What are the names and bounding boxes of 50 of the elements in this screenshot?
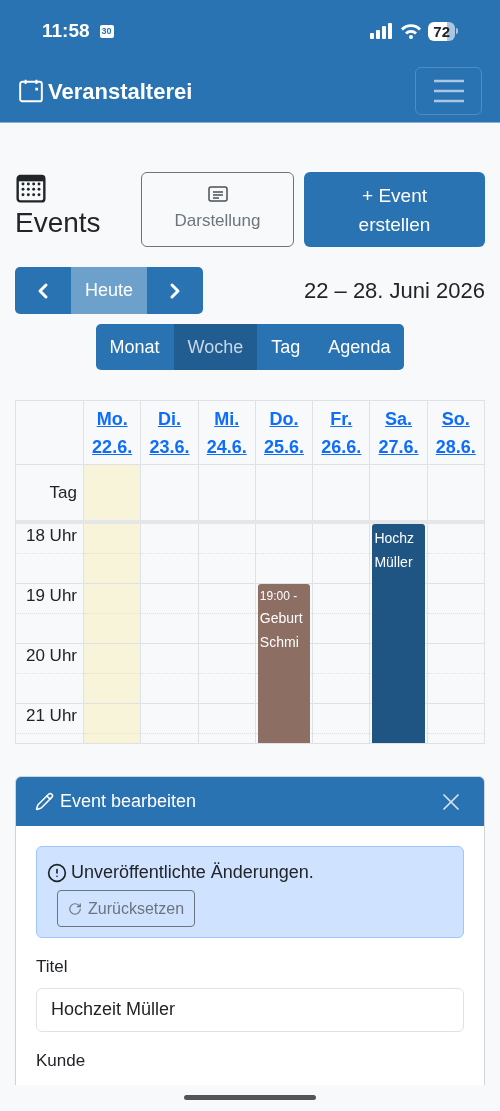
menu-button[interactable]	[415, 67, 482, 115]
calendar-event[interactable]: Hochz Müller	[372, 524, 425, 743]
day-header-link[interactable]: Do. 25.6.	[254, 401, 313, 464]
calendar-event[interactable]: 19:00 - Geburt Schmi	[257, 584, 311, 743]
event-title: Hochz	[374, 529, 416, 548]
day-header-link[interactable]: Fr. 26.6.	[312, 401, 370, 464]
day-header-link[interactable]: Mi. 24.6.	[197, 401, 255, 464]
event-title: Geburt	[259, 609, 304, 628]
view-tab[interactable]: Monat	[95, 324, 174, 370]
calendar-icon	[15, 172, 47, 204]
day-header-link[interactable]: Di. 23.6.	[140, 401, 198, 464]
title-input[interactable]: Hochzeit Müller	[36, 987, 464, 1032]
hour-label: 21 Uhr	[25, 706, 77, 726]
list-icon	[207, 185, 228, 202]
hour-label: 19 Uhr	[25, 586, 77, 606]
wifi-icon	[400, 23, 423, 39]
field-label: Titel	[36, 956, 68, 978]
alert-message: Unveröffentlichte Änderungen.	[71, 861, 314, 884]
next-button[interactable]	[147, 267, 203, 314]
battery-icon: 72	[428, 21, 458, 41]
panel-title: Event bearbeiten	[60, 790, 197, 813]
display-button[interactable]: Darstellung	[141, 172, 294, 247]
previous-button[interactable]	[15, 267, 71, 314]
event-title: Schmi	[259, 633, 300, 652]
day-header-link[interactable]: So. 28.6.	[426, 401, 484, 464]
pencil-icon	[35, 792, 54, 811]
brand-title: Veranstalterei	[48, 77, 193, 106]
today-button[interactable]: Heute	[71, 267, 147, 314]
page-title: Events	[15, 206, 101, 240]
view-tab[interactable]: Tag	[257, 324, 315, 370]
event-title: Müller	[374, 553, 414, 572]
calendar-badge: 30	[99, 24, 114, 38]
menu-icon	[432, 79, 465, 103]
calendar-icon	[18, 78, 44, 104]
view-tab[interactable]: Woche	[173, 324, 258, 370]
hour-label: 20 Uhr	[25, 646, 77, 666]
alert-icon	[47, 862, 67, 883]
all-day-label: Tag	[48, 481, 78, 504]
reset-icon	[68, 901, 82, 916]
reset-button[interactable]: Zurücksetzen	[57, 890, 196, 927]
hour-label: 18 Uhr	[25, 526, 77, 546]
day-header-link[interactable]: Sa. 27.6.	[369, 401, 427, 464]
view-tab[interactable]: Agenda	[314, 324, 405, 370]
signal-icon	[370, 23, 395, 39]
day-header-link[interactable]: Mo. 22.6.	[83, 401, 141, 464]
field-label: Kunde	[36, 1049, 86, 1072]
clock: 11:58	[42, 18, 90, 43]
date-range: 22 – 28. Juni 2026	[303, 277, 485, 305]
create-event-button[interactable]: + Event erstellen	[304, 172, 485, 247]
event-time: 19:00 -	[259, 588, 299, 605]
